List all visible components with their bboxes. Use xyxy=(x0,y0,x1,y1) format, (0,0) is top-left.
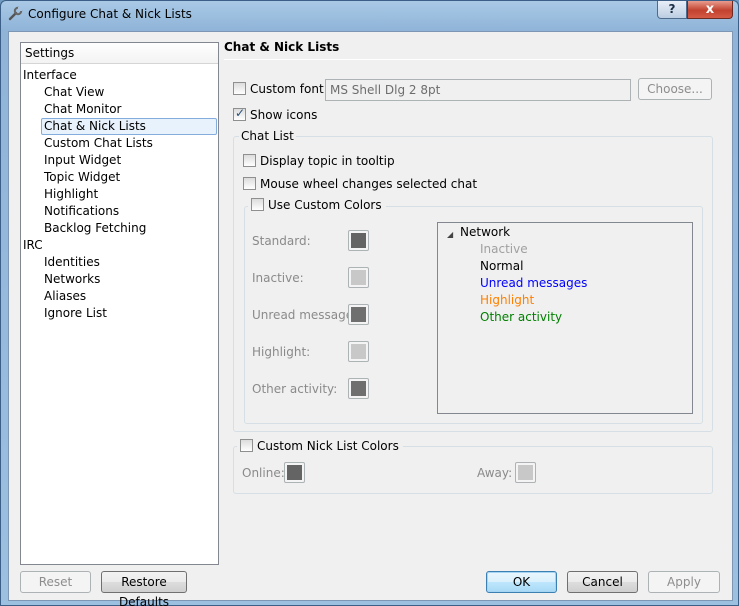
custom-colors-label: Use Custom Colors xyxy=(268,198,382,212)
other-activity-color-fill xyxy=(351,381,366,396)
display-topic-checkbox[interactable] xyxy=(243,154,256,167)
settings-tree[interactable]: Settings Interface Chat View Chat Monito… xyxy=(20,42,219,565)
tree-item-chat-view[interactable]: Chat View xyxy=(44,84,104,101)
custom-colors-checkbox[interactable] xyxy=(251,198,264,211)
apply-button[interactable]: Apply xyxy=(648,571,720,593)
highlight-color-button[interactable] xyxy=(348,341,369,362)
cancel-button[interactable]: Cancel xyxy=(567,571,638,593)
tree-item-input-widget[interactable]: Input Widget xyxy=(44,152,121,169)
help-button[interactable]: ? xyxy=(657,1,687,19)
tree-item-identities[interactable]: Identities xyxy=(44,254,100,271)
close-button[interactable]: x xyxy=(687,1,733,19)
window-title: Configure Chat & Nick Lists xyxy=(28,7,192,21)
preview-network: Network xyxy=(460,225,511,239)
title-bar[interactable]: Configure Chat & Nick Lists ? x xyxy=(1,1,739,31)
custom-font-checkbox[interactable] xyxy=(233,82,246,95)
expand-triangle-icon[interactable]: ◢ xyxy=(447,230,453,239)
preview-unread: Unread messages xyxy=(480,276,588,290)
highlight-color-label: Highlight: xyxy=(252,345,311,359)
away-color-button[interactable] xyxy=(515,462,536,483)
preview-inactive: Inactive xyxy=(480,242,528,256)
standard-color-fill xyxy=(351,233,366,248)
inactive-color-label: Inactive: xyxy=(252,271,304,285)
unread-color-button[interactable] xyxy=(348,304,369,325)
display-topic-label: Display topic in tooltip xyxy=(260,154,395,168)
nick-list-group xyxy=(233,446,713,494)
show-icons-label: Show icons xyxy=(250,108,318,122)
color-preview-list: ◢ Network Inactive Normal Unread message… xyxy=(437,222,693,414)
standard-color-label: Standard: xyxy=(252,234,311,248)
nick-list-header: Custom Nick List Colors xyxy=(237,439,403,453)
restore-defaults-button[interactable]: Restore Defaults xyxy=(101,571,187,606)
inactive-color-fill xyxy=(351,270,366,285)
other-activity-color-label: Other activity: xyxy=(252,382,338,396)
away-color-fill xyxy=(518,465,533,480)
other-activity-color-button[interactable] xyxy=(348,378,369,399)
page-title: Chat & Nick Lists xyxy=(224,40,340,54)
title-divider xyxy=(224,59,721,60)
inactive-color-button[interactable] xyxy=(348,267,369,288)
tree-item-chat-nick-lists[interactable]: Chat & Nick Lists xyxy=(41,118,217,135)
online-color-button[interactable] xyxy=(284,462,305,483)
tree-item-chat-monitor[interactable]: Chat Monitor xyxy=(44,101,121,118)
reset-button[interactable]: Reset xyxy=(20,571,91,593)
ok-button[interactable]: OK xyxy=(486,571,557,593)
dialog-body: Settings Interface Chat View Chat Monito… xyxy=(8,31,733,606)
tree-item-ignore-list[interactable]: Ignore List xyxy=(44,305,107,322)
wrench-icon xyxy=(8,6,23,21)
tree-item-aliases[interactable]: Aliases xyxy=(44,288,86,305)
tree-item-backlog-fetching[interactable]: Backlog Fetching xyxy=(44,220,146,237)
online-color-label: Online: xyxy=(242,466,285,480)
mouse-wheel-label: Mouse wheel changes selected chat xyxy=(260,177,478,191)
preview-other-activity: Other activity xyxy=(480,310,563,324)
preview-normal: Normal xyxy=(480,259,524,273)
nick-list-checkbox[interactable] xyxy=(240,439,253,452)
tree-item-topic-widget[interactable]: Topic Widget xyxy=(44,169,120,186)
custom-font-label: Custom font: xyxy=(250,82,328,96)
tree-item-irc[interactable]: IRC xyxy=(23,237,43,254)
custom-colors-header: Use Custom Colors xyxy=(248,198,386,212)
tree-item-notifications[interactable]: Notifications xyxy=(44,203,119,220)
away-color-label: Away: xyxy=(477,466,513,480)
font-field[interactable]: MS Shell Dlg 2 8pt xyxy=(325,79,631,101)
tree-header: Settings xyxy=(21,43,218,64)
tree-item-networks[interactable]: Networks xyxy=(44,271,100,288)
nick-list-label: Custom Nick List Colors xyxy=(257,439,399,453)
tree-item-interface[interactable]: Interface xyxy=(23,67,77,84)
show-icons-checkbox[interactable] xyxy=(233,106,246,121)
standard-color-button[interactable] xyxy=(348,230,369,251)
unread-color-fill xyxy=(351,307,366,322)
tree-item-highlight[interactable]: Highlight xyxy=(44,186,98,203)
online-color-fill xyxy=(287,465,302,480)
mouse-wheel-checkbox[interactable] xyxy=(243,177,256,190)
preview-highlight: Highlight xyxy=(480,293,535,307)
tree-item-custom-chat-lists[interactable]: Custom Chat Lists xyxy=(44,135,153,152)
chat-list-title: Chat List xyxy=(239,129,296,143)
highlight-color-fill xyxy=(351,344,366,359)
unread-color-label: Unread messages: xyxy=(252,308,364,322)
window-frame: Configure Chat & Nick Lists ? x Settings… xyxy=(0,0,739,606)
choose-font-button[interactable]: Choose... xyxy=(638,78,712,100)
